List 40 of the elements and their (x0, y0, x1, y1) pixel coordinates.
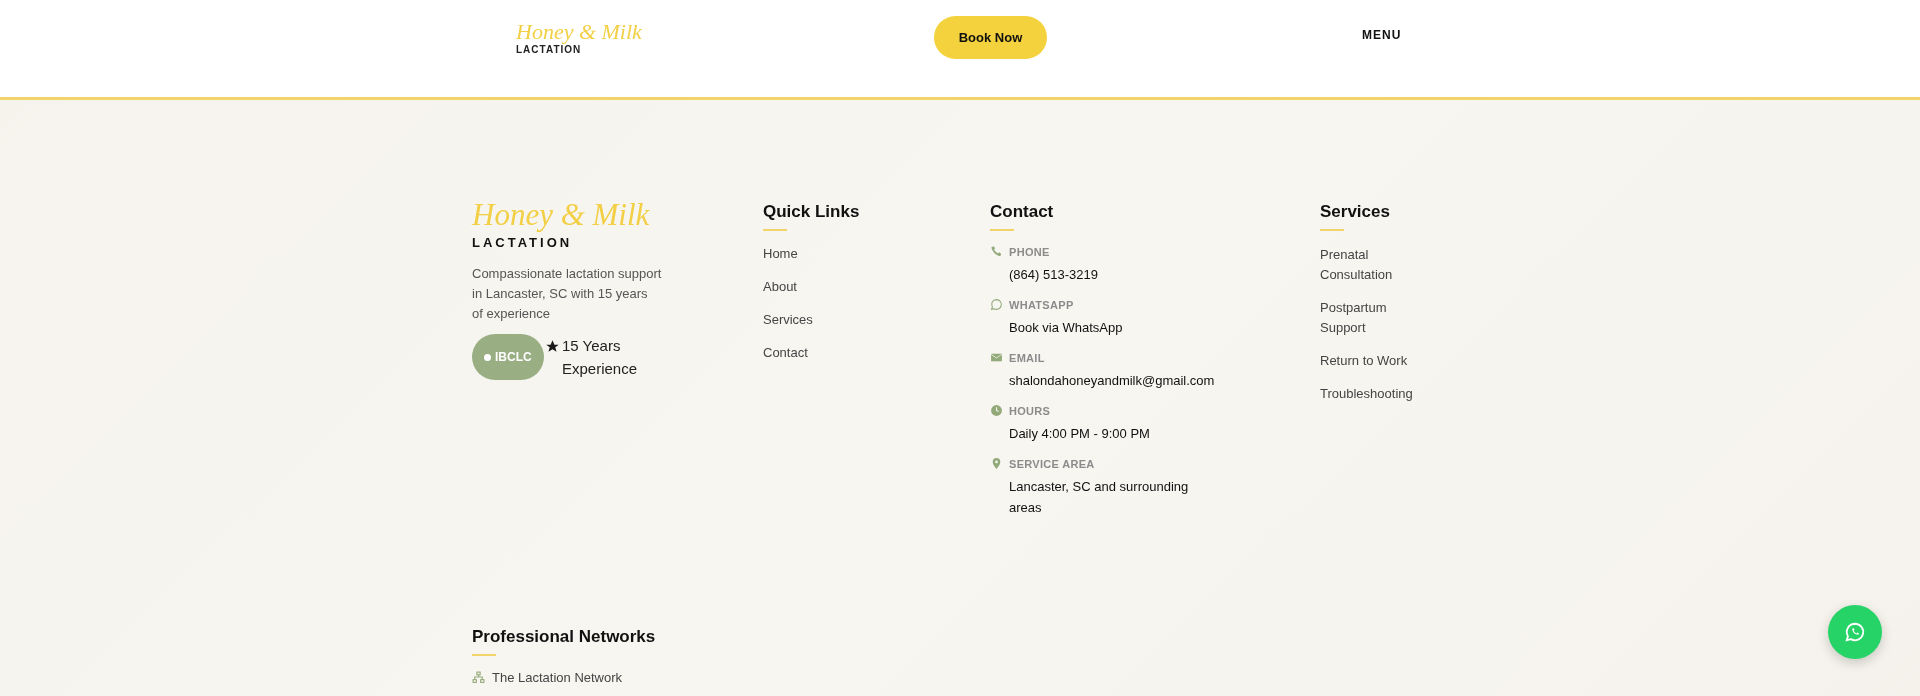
contact-value: (864) 513-3219 (1009, 266, 1099, 284)
envelope-icon (990, 351, 1003, 364)
contact-label: WHATSAPP (1009, 298, 1074, 311)
footer-link[interactable]: About (763, 278, 797, 296)
brand-description: Compassionate lactation support in Lancaster, SC with 15 years of experience (472, 265, 662, 323)
section-heading: Professional Networks (472, 626, 656, 648)
chat-icon (1844, 621, 1866, 643)
network-icon (472, 671, 485, 684)
section-heading: Quick Links (763, 201, 860, 223)
contact-label: EMAIL (1009, 351, 1045, 364)
whatsapp-button[interactable] (1828, 605, 1882, 659)
service-link[interactable]: Return to Work (1320, 351, 1432, 371)
service-link[interactable]: Prenatal Consultation (1320, 245, 1432, 285)
section-heading: Contact (990, 201, 1054, 223)
contact-value: Daily 4:00 PM - 9:00 PM (1009, 425, 1151, 443)
footer-link[interactable]: Services (763, 311, 813, 329)
location-pin-icon (990, 457, 1003, 470)
contact-value: Book via WhatsApp (1009, 319, 1124, 337)
contact-label: PHONE (1009, 245, 1050, 258)
contact-value: shalondahoneyandmilk@gmail.com (1009, 372, 1216, 390)
brand-script: Honey & Milk (472, 197, 650, 233)
service-link[interactable]: Postpartum Support (1320, 298, 1432, 338)
contact-value: Lancaster, SC and surrounding areas (1009, 478, 1190, 517)
star-icon (545, 339, 560, 354)
footer-link[interactable]: Home (763, 245, 798, 263)
clock-icon (990, 404, 1003, 417)
contact-label: SERVICE AREA (1009, 457, 1095, 470)
book-now-button[interactable]: Book Now (934, 16, 1047, 59)
brand-subtitle: LACTATION (472, 235, 573, 250)
menu-button[interactable]: MENU (1358, 28, 1406, 42)
network-link[interactable]: The Lactation Network (492, 670, 623, 685)
contact-label: HOURS (1009, 404, 1051, 417)
logo-subtitle: LACTATION (516, 44, 583, 55)
section-heading: Services (1320, 201, 1390, 223)
experience-text: 15 Years Experience (562, 336, 639, 379)
phone-icon (990, 245, 1003, 258)
footer-link[interactable]: Contact (763, 344, 808, 362)
certification-badge: IBCLC (472, 334, 544, 380)
chat-icon (990, 298, 1003, 311)
service-link[interactable]: Troubleshooting (1320, 384, 1432, 404)
